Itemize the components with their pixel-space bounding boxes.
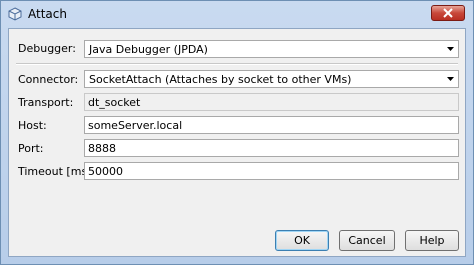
debugger-label: Debugger: <box>18 42 76 55</box>
transport-label: Transport: <box>18 96 74 109</box>
transport-value: dt_socket <box>88 96 141 109</box>
host-label: Host: <box>18 119 47 132</box>
window-title: Attach <box>28 7 67 21</box>
debugger-select[interactable]: Java Debugger (JPDA) <box>84 40 459 58</box>
separator <box>16 63 458 65</box>
close-icon <box>443 8 453 18</box>
connector-value: SocketAttach (Attaches by socket to othe… <box>89 73 352 86</box>
timeout-value: 50000 <box>88 165 123 178</box>
help-button[interactable]: Help <box>405 230 459 251</box>
port-label: Port: <box>18 142 44 155</box>
ok-button[interactable]: OK <box>275 230 329 251</box>
chevron-down-icon <box>447 77 454 81</box>
dialog-content: Debugger: Java Debugger (JPDA) Connector… <box>8 28 466 257</box>
host-value: someServer.local <box>88 119 183 132</box>
close-button[interactable] <box>431 5 465 21</box>
debugger-value: Java Debugger (JPDA) <box>89 43 208 56</box>
host-input[interactable]: someServer.local <box>84 116 459 134</box>
title-bar[interactable]: Attach <box>1 1 473 27</box>
timeout-input[interactable]: 50000 <box>84 162 459 180</box>
cancel-button[interactable]: Cancel <box>339 230 395 251</box>
transport-field: dt_socket <box>84 93 459 111</box>
connector-select[interactable]: SocketAttach (Attaches by socket to othe… <box>84 70 459 88</box>
connector-label: Connector: <box>18 73 79 86</box>
chevron-down-icon <box>447 47 454 51</box>
port-value: 8888 <box>88 142 116 155</box>
attach-dialog: Attach Debugger: Java Debugger (JPDA) Co… <box>0 0 474 265</box>
port-input[interactable]: 8888 <box>84 139 459 157</box>
cube-icon <box>8 7 22 21</box>
